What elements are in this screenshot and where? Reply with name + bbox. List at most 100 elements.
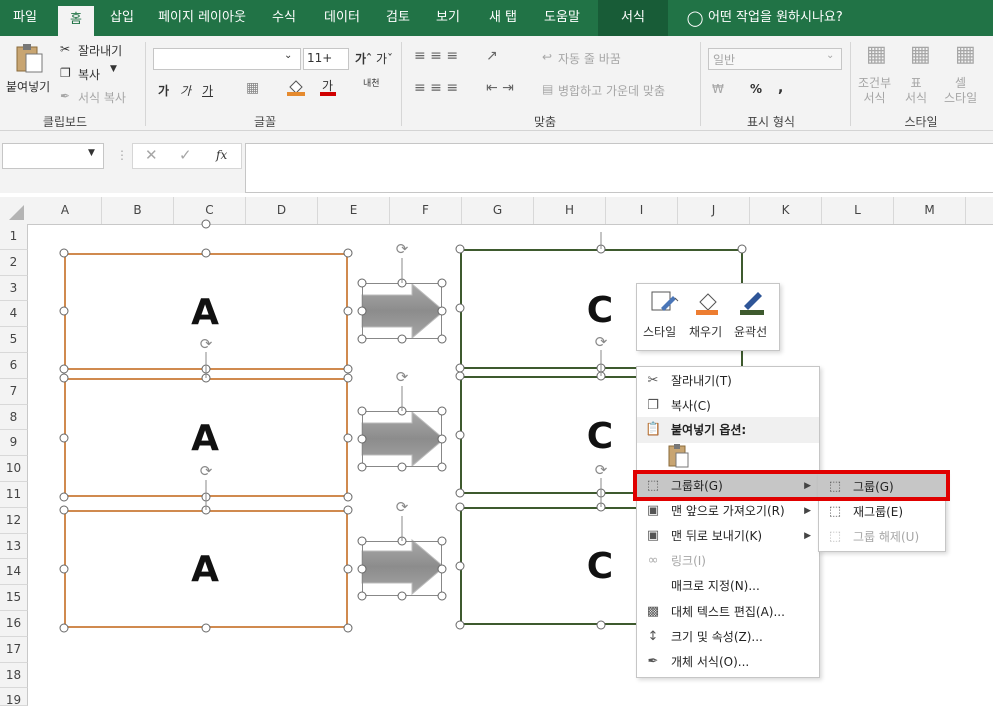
rotate-handle-icon[interactable]: ⟳: [197, 462, 215, 480]
column-header-l[interactable]: L: [822, 197, 894, 224]
outline-pen-icon[interactable]: [738, 290, 768, 316]
cut-button[interactable]: 잘라내기: [78, 42, 122, 59]
rotate-handle-icon[interactable]: ⟳: [393, 368, 411, 386]
menu-item-bring-front[interactable]: ▣ 맨 앞으로 가져오기(R) ▶: [637, 498, 819, 524]
paste-icon[interactable]: [14, 42, 44, 74]
cell-style-icon[interactable]: ▦: [955, 42, 976, 67]
fill-bucket-icon[interactable]: [694, 290, 724, 316]
row-header[interactable]: 17: [0, 636, 28, 663]
indent-icon[interactable]: ⇤ ⇥: [486, 80, 514, 96]
currency-icon[interactable]: ₩: [712, 82, 724, 96]
column-header-e[interactable]: E: [318, 197, 390, 224]
format-painter-button[interactable]: 서식 복사: [78, 89, 126, 106]
shrink-font-icon[interactable]: 가ˇ: [376, 50, 393, 67]
chevron-down-icon[interactable]: ▼: [110, 64, 117, 74]
percent-button[interactable]: %: [750, 82, 762, 96]
row-header[interactable]: 1: [0, 224, 28, 250]
menu-item-macro[interactable]: 매크로 지정(N)...: [637, 573, 819, 599]
menu-item-cut[interactable]: ✂ 잘라내기(T): [637, 368, 819, 394]
paste-button[interactable]: 붙여넣기: [6, 78, 50, 95]
font-color-icon[interactable]: 가: [319, 78, 337, 96]
column-header-f[interactable]: F: [390, 197, 462, 224]
submenu-item-regroup[interactable]: ⬚ 재그룹(E): [819, 499, 945, 525]
rotate-handle-icon[interactable]: ⟳: [592, 461, 610, 479]
tab-help[interactable]: 도움말: [534, 0, 590, 36]
column-header-g[interactable]: G: [462, 197, 534, 224]
menu-item-copy[interactable]: ❐ 복사(C): [637, 393, 819, 419]
mini-style-button[interactable]: 스타일: [643, 323, 676, 340]
row-header[interactable]: 14: [0, 559, 28, 586]
enter-icon[interactable]: ✓: [179, 146, 192, 164]
tab-format[interactable]: 서식: [598, 0, 668, 36]
mini-outline-button[interactable]: 윤곽선: [734, 323, 767, 340]
wrap-text-button[interactable]: 자동 줄 바꿈: [558, 50, 621, 67]
shape-style-icon[interactable]: [651, 290, 679, 314]
row-header[interactable]: 10: [0, 456, 28, 482]
row-header[interactable]: 16: [0, 611, 28, 637]
mini-fill-button[interactable]: 채우기: [689, 323, 722, 340]
row-header[interactable]: 13: [0, 533, 28, 560]
copy-button[interactable]: 복사: [78, 66, 100, 83]
tab-formulas[interactable]: 수식: [262, 0, 306, 36]
rotate-handle-icon[interactable]: ⟳: [197, 335, 215, 353]
column-header-k[interactable]: K: [750, 197, 822, 224]
paste-option-icon[interactable]: [667, 443, 691, 469]
tell-me-search[interactable]: 어떤 작업을 원하시나요?: [708, 0, 868, 36]
fill-color-icon[interactable]: [286, 78, 306, 96]
function-button[interactable]: fx: [216, 148, 227, 162]
cell-style-button[interactable]: 셀 스타일: [944, 76, 977, 106]
column-header-b[interactable]: B: [102, 197, 174, 224]
tab-new[interactable]: 새 탭: [478, 0, 528, 36]
row-header[interactable]: 18: [0, 662, 28, 689]
column-header-j[interactable]: J: [678, 197, 750, 224]
font-name-box[interactable]: [153, 48, 301, 70]
column-header-a[interactable]: A: [29, 197, 102, 224]
align-top-icon[interactable]: ≡ ≡ ≡: [414, 48, 458, 64]
conditional-format-icon[interactable]: ▦: [866, 42, 887, 67]
row-header[interactable]: 9: [0, 430, 28, 457]
rotate-handle-icon[interactable]: ⟳: [393, 498, 411, 516]
row-header[interactable]: 12: [0, 507, 28, 534]
select-all-corner[interactable]: [0, 197, 28, 224]
align-left-icon[interactable]: ≡ ≡ ≡: [414, 80, 458, 96]
row-header[interactable]: 15: [0, 585, 28, 611]
formula-input[interactable]: [245, 143, 993, 193]
column-header-i[interactable]: I: [606, 197, 678, 224]
bold-button[interactable]: 가: [158, 82, 169, 99]
chevron-down-icon[interactable]: ⌄: [284, 50, 292, 61]
rotate-handle-icon[interactable]: ⟳: [393, 240, 411, 258]
row-header[interactable]: 6: [0, 353, 28, 379]
row-header[interactable]: 7: [0, 378, 28, 405]
chevron-down-icon[interactable]: ▼: [88, 148, 95, 158]
column-header-m[interactable]: M: [894, 197, 966, 224]
grow-font-icon[interactable]: 가ˆ: [355, 50, 372, 67]
italic-button[interactable]: 가: [180, 82, 191, 99]
tab-review[interactable]: 검토: [376, 0, 420, 36]
conditional-format-button[interactable]: 조건부 서식: [858, 76, 891, 106]
column-header-h[interactable]: H: [534, 197, 606, 224]
tab-file[interactable]: 파일: [0, 0, 50, 36]
underline-button[interactable]: 가: [202, 82, 213, 99]
tab-insert[interactable]: 삽입: [100, 0, 144, 36]
menu-item-link[interactable]: ∞ 링크(I): [637, 548, 819, 574]
menu-item-size[interactable]: ↕ 크기 및 속성(Z)...: [637, 624, 819, 650]
menu-item-send-back[interactable]: ▣ 맨 뒤로 보내기(K) ▶: [637, 523, 819, 549]
table-format-button[interactable]: 표 서식: [905, 76, 927, 106]
border-icon[interactable]: ▦: [246, 80, 259, 96]
column-header-c[interactable]: C: [174, 197, 246, 224]
rotate-handle-icon[interactable]: ⟳: [592, 333, 610, 351]
tab-home[interactable]: 홈: [58, 6, 94, 36]
table-format-icon[interactable]: ▦: [910, 42, 931, 67]
orientation-icon[interactable]: ↗: [486, 48, 498, 64]
submenu-item-ungroup[interactable]: ⬚ 그룹 해제(U): [819, 524, 945, 550]
column-header-d[interactable]: D: [246, 197, 318, 224]
tab-view[interactable]: 보기: [426, 0, 470, 36]
tab-data[interactable]: 데이터: [314, 0, 370, 36]
chevron-down-icon[interactable]: ⌄: [826, 50, 834, 61]
merge-center-button[interactable]: 병합하고 가운데 맞춤: [558, 82, 665, 99]
row-header[interactable]: 8: [0, 404, 28, 431]
menu-item-alt-text[interactable]: ▩ 대체 텍스트 편집(A)...: [637, 599, 819, 625]
menu-item-format[interactable]: ✒ 개체 서식(O)...: [637, 649, 819, 675]
row-header[interactable]: 5: [0, 327, 28, 353]
row-header[interactable]: 19: [0, 688, 28, 707]
